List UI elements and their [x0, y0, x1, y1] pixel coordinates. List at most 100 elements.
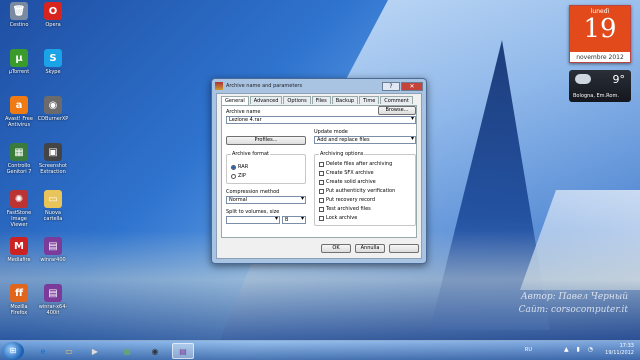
browse-button[interactable]: Browse... — [378, 106, 416, 115]
tab-backup[interactable]: Backup — [331, 96, 359, 104]
desktop-icon[interactable]: 🗑 Cestino — [2, 2, 36, 28]
winrar-task-icon[interactable]: ▤ — [172, 343, 194, 359]
desktop-icon[interactable]: ▭ Nuova cartella — [36, 190, 70, 222]
option-checkbox[interactable]: Lock archive — [319, 215, 357, 221]
desktop-icon[interactable]: ▤ winrar400 — [36, 237, 70, 263]
radio-selected-icon — [231, 164, 236, 170]
archiving-options-label: Archiving options — [319, 151, 365, 157]
weather-gadget[interactable]: 9° Bologna, Em.Rom. — [569, 70, 631, 102]
option-label: Create SFX archive — [326, 170, 374, 176]
clock[interactable]: 17:33 19/11/2012 — [605, 343, 634, 357]
profiles-button[interactable]: Profiles... — [226, 136, 306, 145]
camera-icon[interactable]: ◉ — [144, 343, 166, 359]
winrar-icon: ▤ — [44, 284, 62, 302]
watermark-author: Автор: Павел Черный — [520, 292, 628, 302]
cd-icon: ◉ — [44, 96, 62, 114]
desktop-icon-label: Mediafire — [7, 257, 31, 263]
desktop-icon-label: Opera — [45, 22, 61, 28]
desktop-icon[interactable]: M Mediafire — [2, 237, 36, 263]
ok-button[interactable]: OK — [321, 244, 351, 253]
desktop-icon-label: CDBurnerXP — [37, 116, 69, 122]
format-rar-radio[interactable]: RAR — [231, 164, 248, 170]
weather-city: Bologna, Em.Rom. — [573, 93, 619, 99]
tab-strip: General Advanced Options Files Backup Time Com… — [221, 96, 414, 105]
help-button[interactable]: ? — [382, 81, 400, 91]
desktop-icon-label: Controllo Genitori 7 — [6, 163, 32, 175]
desktop-icon-label: Cestino — [9, 22, 29, 28]
tab-comment[interactable]: Comment — [380, 96, 413, 104]
winrar-icon — [215, 82, 223, 90]
checkbox-icon — [319, 188, 324, 194]
desktop-icon[interactable]: S Skype — [36, 49, 70, 75]
watermark-site: Сайт: corsocomputer.it — [518, 305, 628, 315]
desktop-icon-label: Skype — [45, 69, 61, 75]
update-mode-label: Update mode — [314, 129, 348, 135]
desktop-icon[interactable]: O Opera — [36, 2, 70, 28]
tab-general[interactable]: General — [221, 96, 249, 105]
desktop-icon-label: Screenshot Extraction — [39, 163, 67, 175]
desktop-icon[interactable]: ▤ winrar-x64-400it — [36, 284, 70, 316]
option-checkbox[interactable]: Test archived files — [319, 206, 371, 212]
desktop-icon[interactable]: ▦ Controllo Genitori 7 — [2, 143, 36, 175]
desktop-icon-label: winrar400 — [40, 257, 66, 263]
option-label: Put recovery record — [326, 197, 376, 203]
parental-icon: ▦ — [10, 143, 28, 161]
dialog-client: General Advanced Options Files Backup Time Com… — [216, 93, 422, 259]
calendar-month: novembre 2012 — [576, 54, 624, 61]
archive-dialog: Archive name and parameters ? ✕ General A… — [211, 78, 427, 264]
dialog-titlebar[interactable]: Archive name and parameters ? ✕ — [212, 79, 426, 93]
desktop-icon-label: µTorrent — [8, 69, 30, 75]
tray-icons[interactable]: ▲ ▮ ◔ — [564, 346, 596, 353]
close-button[interactable]: ✕ — [401, 81, 423, 91]
tab-advanced[interactable]: Advanced — [249, 96, 283, 104]
opera-icon: O — [44, 2, 62, 20]
checkbox-icon — [319, 215, 324, 221]
start-button[interactable]: ⊞ — [2, 342, 24, 360]
format-zip-radio[interactable]: ZIP — [231, 173, 246, 179]
desktop-icon[interactable]: a Avast! Free Antivirus — [2, 96, 36, 128]
skype-icon: S — [44, 49, 62, 67]
checkbox-icon — [319, 206, 324, 212]
tab-time[interactable]: Time — [359, 96, 380, 104]
desktop-icon[interactable]: ✺ FastStone Image Viewer — [2, 190, 36, 228]
option-label: Put authenticity verification — [326, 188, 396, 194]
split-unit-select[interactable]: B — [282, 216, 306, 224]
cancel-button[interactable]: Annulla — [355, 244, 385, 253]
explorer-icon[interactable]: ▭ — [58, 343, 80, 359]
update-mode-select[interactable]: Add and replace files — [314, 136, 416, 144]
tab-options[interactable]: Options — [283, 96, 311, 104]
calendar-gadget[interactable]: lunedì 19 novembre 2012 — [569, 5, 631, 63]
option-checkbox[interactable]: Create solid archive — [319, 179, 376, 185]
split-label: Split to volumes, size — [226, 209, 280, 215]
archive-format-label: Archive format — [231, 151, 270, 157]
ie-icon[interactable]: e — [32, 343, 54, 359]
desktop-icon-label: winrar-x64-400it — [38, 304, 68, 316]
desktop-icon[interactable]: ◉ CDBurnerXP — [36, 96, 70, 122]
media-player-icon[interactable]: ▶ — [84, 343, 106, 359]
tab-files[interactable]: Files — [311, 96, 331, 104]
archive-name-input[interactable]: Lezione 4.rar — [226, 116, 416, 124]
winrar-icon: ▤ — [44, 237, 62, 255]
language-indicator[interactable]: RU — [525, 347, 532, 353]
option-checkbox[interactable]: Put authenticity verification — [319, 188, 395, 194]
cloud-icon — [575, 74, 591, 84]
option-checkbox[interactable]: Create SFX archive — [319, 170, 374, 176]
desktop-icon[interactable]: ▣ Screenshot Extraction — [36, 143, 70, 175]
split-size-input[interactable] — [226, 216, 280, 224]
option-checkbox[interactable]: Delete files after archiving — [319, 161, 392, 167]
utorrent-icon: µ — [10, 49, 28, 67]
archive-format-group: Archive format RAR ZIP — [226, 151, 306, 184]
screenshot-icon: ▣ — [44, 143, 62, 161]
dialog-title: Archive name and parameters — [226, 83, 303, 89]
desktop-icon[interactable]: ff Mozilla Firefox — [2, 284, 36, 316]
general-panel: Archive name Browse... Lezione 4.rar Pro… — [221, 105, 417, 238]
help-dialog-button[interactable] — [389, 244, 419, 253]
compression-label: Compression method — [226, 189, 280, 195]
option-label: Test archived files — [326, 206, 371, 212]
app-icon[interactable]: ▦ — [116, 343, 138, 359]
desktop-icon-label: Avast! Free Antivirus — [5, 116, 33, 128]
desktop-icon[interactable]: µ µTorrent — [2, 49, 36, 75]
compression-select[interactable]: Normal — [226, 196, 306, 204]
option-checkbox[interactable]: Put recovery record — [319, 197, 375, 203]
option-label: Delete files after archiving — [326, 161, 393, 167]
